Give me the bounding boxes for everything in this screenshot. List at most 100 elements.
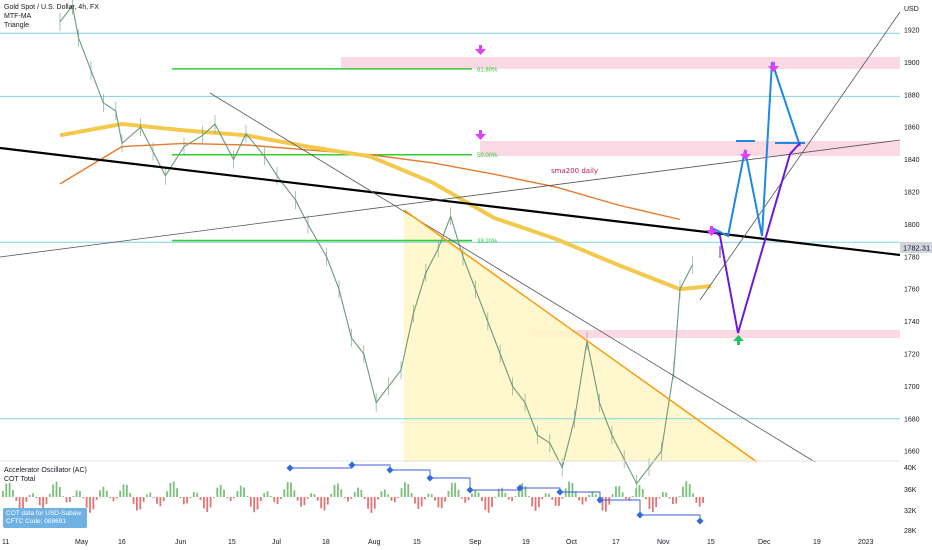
oscillator-bar: [340, 489, 343, 497]
oscillator-bar: [608, 497, 611, 505]
oscillator-bar: [38, 497, 41, 506]
oscillator-bar: [594, 494, 597, 497]
oscillator-bar: [166, 491, 168, 497]
oscillator-bar: [162, 497, 165, 502]
gold-price-chart[interactable]: 61.80% 50.00% 38.20% sma200 daily USD 1660 1…: [0, 0, 932, 550]
indicator-mtf-ma[interactable]: MTF-MA: [4, 12, 31, 21]
oscillator-bar: [651, 497, 654, 513]
oscillator-bar: [303, 497, 306, 506]
oscillator-bar: [420, 497, 423, 507]
oscillator-bar: [685, 481, 688, 497]
oscillator-bar: [698, 497, 701, 507]
oscillator-bar: [380, 491, 383, 497]
x-tick-label: Oct: [566, 539, 577, 546]
oscillator-bar: [457, 489, 460, 497]
y-tick-label: 1900: [904, 60, 920, 67]
oscillator-bar: [45, 497, 48, 505]
oscillator-bar: [79, 491, 81, 497]
projection-paths[interactable]: [709, 61, 805, 334]
oscillator-bar: [621, 492, 624, 497]
x-tick-label: 15: [707, 539, 715, 546]
oscillator-bar: [246, 496, 249, 498]
oscillator-bar: [159, 497, 162, 507]
oscillator-bar: [136, 497, 138, 511]
oscillator-bar: [578, 497, 580, 501]
oscillator-bar: [82, 497, 85, 499]
oscillator-bar: [92, 497, 95, 510]
oscillator-bar: [353, 492, 356, 497]
y-tick-label: 1720: [904, 352, 920, 359]
ac-title[interactable]: Accelerator Oscillator (AC): [4, 466, 87, 475]
oscillator-bar: [122, 484, 125, 497]
oscillator-bar: [169, 482, 172, 497]
oscillator-bar: [387, 494, 390, 497]
oscillator-bar: [259, 497, 262, 502]
cot-point: [636, 511, 644, 519]
oscillator-bar: [688, 484, 691, 497]
oscillator-bar: [276, 497, 279, 505]
oscillator-bar: [8, 482, 11, 497]
oscillator-bar: [417, 497, 420, 509]
time-axis[interactable]: 11 May 16 Jun 15 Jul 18 Aug 15 Sep 19 Oct 17 Nov 15 Dec…: [2, 539, 874, 546]
oscillator-bar: [450, 482, 453, 497]
oscillator-bar: [152, 497, 155, 498]
oscillator-bar: [454, 482, 457, 497]
y-tick-label: 1660: [904, 449, 920, 456]
oscillator-bar: [471, 493, 473, 497]
oscillator-bar: [658, 497, 661, 499]
symbol-legend[interactable]: Gold Spot / U.S. Dollar, 4h, FX: [4, 3, 99, 12]
oscillator-bar: [404, 482, 406, 497]
fibonacci-levels: 61.80% 50.00% 38.20%: [172, 67, 498, 245]
oscillator-bar: [491, 497, 493, 508]
oscillator-bar: [444, 497, 446, 502]
oscillator-bar: [648, 497, 651, 509]
oscillator-bar: [494, 496, 497, 498]
oscillator-bar: [357, 487, 359, 497]
x-tick-label: 17: [612, 539, 620, 546]
cot-title[interactable]: COT Total: [4, 475, 87, 484]
x-tick-label: Dec: [758, 539, 771, 546]
oscillator-bar: [568, 481, 570, 497]
y-tick-label: 1780: [904, 254, 920, 261]
marker-sell-icon: [706, 226, 717, 236]
oscillator-bar: [112, 497, 115, 502]
oscillator-bar: [333, 485, 336, 497]
oscillator-bar: [176, 488, 178, 497]
oscillator-bar: [102, 486, 105, 497]
oscillator-bar: [18, 497, 21, 509]
oscillator-bar: [477, 492, 480, 497]
indicator-triangle[interactable]: Triangle: [4, 21, 29, 30]
oscillator-bar: [407, 484, 410, 497]
oscillator-bar: [631, 495, 634, 497]
oscillator-bar: [72, 495, 75, 497]
oscillator-bar: [618, 486, 621, 497]
oscillator-bar: [95, 497, 98, 500]
oscillator-bar: [424, 497, 426, 500]
oscillator-bar: [514, 496, 517, 498]
oscillator-tick: 40K: [904, 465, 917, 472]
oscillator-bar: [233, 497, 235, 499]
oscillator-bar: [48, 493, 51, 497]
y-tick-label: 1800: [904, 222, 920, 229]
oscillator-bar: [551, 497, 554, 500]
oscillator-bar: [383, 489, 386, 497]
oscillator-bar: [5, 483, 8, 497]
oscillator-bar: [270, 495, 272, 497]
oscillator-bar: [672, 497, 674, 504]
oscillator-bar: [584, 497, 587, 502]
oscillator-bar: [393, 497, 396, 503]
oscillator-bar: [675, 497, 678, 504]
price-axis[interactable]: USD 1660 1680 1700 1720 1740 1760 1780 1800 1820 1…: [904, 6, 920, 456]
oscillator-bar: [615, 486, 617, 497]
oscillator-bar: [266, 491, 269, 497]
oscillator-bar: [69, 497, 71, 502]
oscillator-bar: [62, 496, 65, 498]
oscillator-bar: [437, 497, 440, 508]
oscillator-bar: [253, 497, 256, 513]
oscillator-bar: [373, 497, 376, 509]
oscillator-bar: [115, 497, 118, 499]
zone-61-8: [341, 57, 900, 69]
oscillator-bar: [531, 497, 534, 507]
oscillator-bar: [310, 493, 312, 497]
oscillator-bar: [460, 497, 463, 499]
